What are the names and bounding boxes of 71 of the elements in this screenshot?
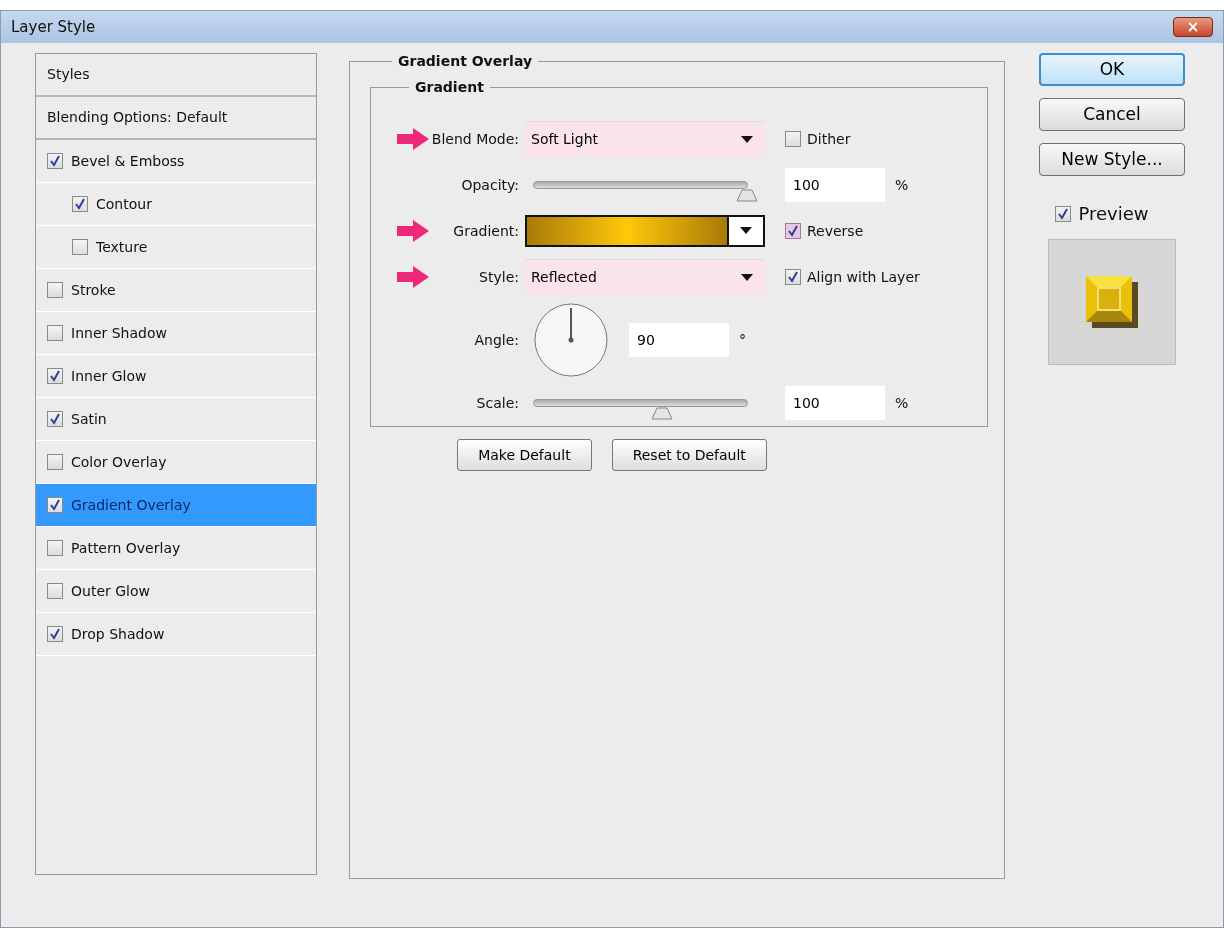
style-list-item[interactable]: Bevel & Emboss [36,140,316,183]
number-field[interactable]: 90 [629,323,729,357]
unit-label: % [895,393,909,413]
number-field[interactable]: 100 [785,168,885,202]
item-label: Color Overlay [71,452,167,472]
checkbox[interactable] [785,223,801,239]
checkbox-label: Align with Layer [807,267,920,287]
item-label: Inner Shadow [71,323,167,343]
checkbox[interactable] [47,325,63,341]
field-label: Scale: [475,393,520,413]
style-list-item[interactable]: Stroke [36,269,316,312]
unit-label: ° [739,330,746,350]
checkbox[interactable] [72,196,88,212]
window-title: Layer Style [11,16,96,38]
number-field[interactable]: 100 [785,386,885,420]
checkbox[interactable] [47,153,63,169]
dialog-button[interactable]: Cancel [1039,98,1185,131]
field-label: Style: [478,267,520,287]
gradient-picker[interactable] [525,215,765,247]
field-label: Blend Mode: [431,129,520,149]
checkbox[interactable] [785,131,801,147]
checkbox[interactable] [47,540,63,556]
field-label: Gradient: [452,221,520,241]
checkbox[interactable] [47,411,63,427]
unit-label: % [895,175,909,195]
style-list-item[interactable]: Drop Shadow [36,613,316,656]
checkbox-label: Preview [1078,202,1149,226]
item-label: Outer Glow [71,581,150,601]
bevelled-square-icon [1086,276,1138,328]
style-list-item[interactable]: Contour [36,183,316,226]
checkbox-label: Dither [807,129,851,149]
checkbox-label: Reverse [807,221,864,241]
style-list-item[interactable]: Gradient Overlay [36,484,316,527]
caret-icon [741,136,753,144]
item-label: Drop Shadow [71,624,165,644]
dialog-button[interactable]: OK [1039,53,1185,86]
item-label: Inner Glow [71,366,147,386]
checkbox[interactable] [47,368,63,384]
style-list-item[interactable]: Satin [36,398,316,441]
checkbox[interactable] [47,583,63,599]
item-label: Texture [96,237,148,257]
checkbox[interactable] [785,269,801,285]
caret-icon [740,227,752,235]
field-label: Opacity: [460,175,520,195]
dropdown[interactable]: Reflected [525,259,765,295]
style-list-item[interactable]: Blending Options: Default [36,97,316,140]
item-label: Bevel & Emboss [71,151,185,171]
caret-icon [741,274,753,282]
item-label: Satin [71,409,107,429]
field-label: Angle: [473,330,520,350]
checkbox[interactable] [47,454,63,470]
style-list-item[interactable]: Pattern Overlay [36,527,316,570]
style-list-item[interactable]: Texture [36,226,316,269]
item-label: Pattern Overlay [71,538,181,558]
panel-button[interactable]: Make Default [457,439,592,471]
style-list-item[interactable]: Outer Glow [36,570,316,613]
checkbox[interactable] [47,282,63,298]
checkbox[interactable] [47,626,63,642]
style-list-item[interactable]: Styles [36,54,316,97]
angle-dial[interactable] [533,302,609,378]
item-label: Gradient Overlay [71,495,191,515]
style-list-item[interactable]: Inner Glow [36,355,316,398]
dropdown[interactable]: Soft Light [525,121,765,157]
style-list-item[interactable]: Inner Shadow [36,312,316,355]
item-label: Stroke [71,280,116,300]
checkbox[interactable] [72,239,88,255]
checkbox[interactable] [1055,205,1072,222]
checkbox[interactable] [47,497,63,513]
panel-button[interactable]: Reset to Default [611,439,767,471]
dialog-button[interactable]: New Style... [1039,143,1185,176]
item-label: Contour [96,194,152,214]
